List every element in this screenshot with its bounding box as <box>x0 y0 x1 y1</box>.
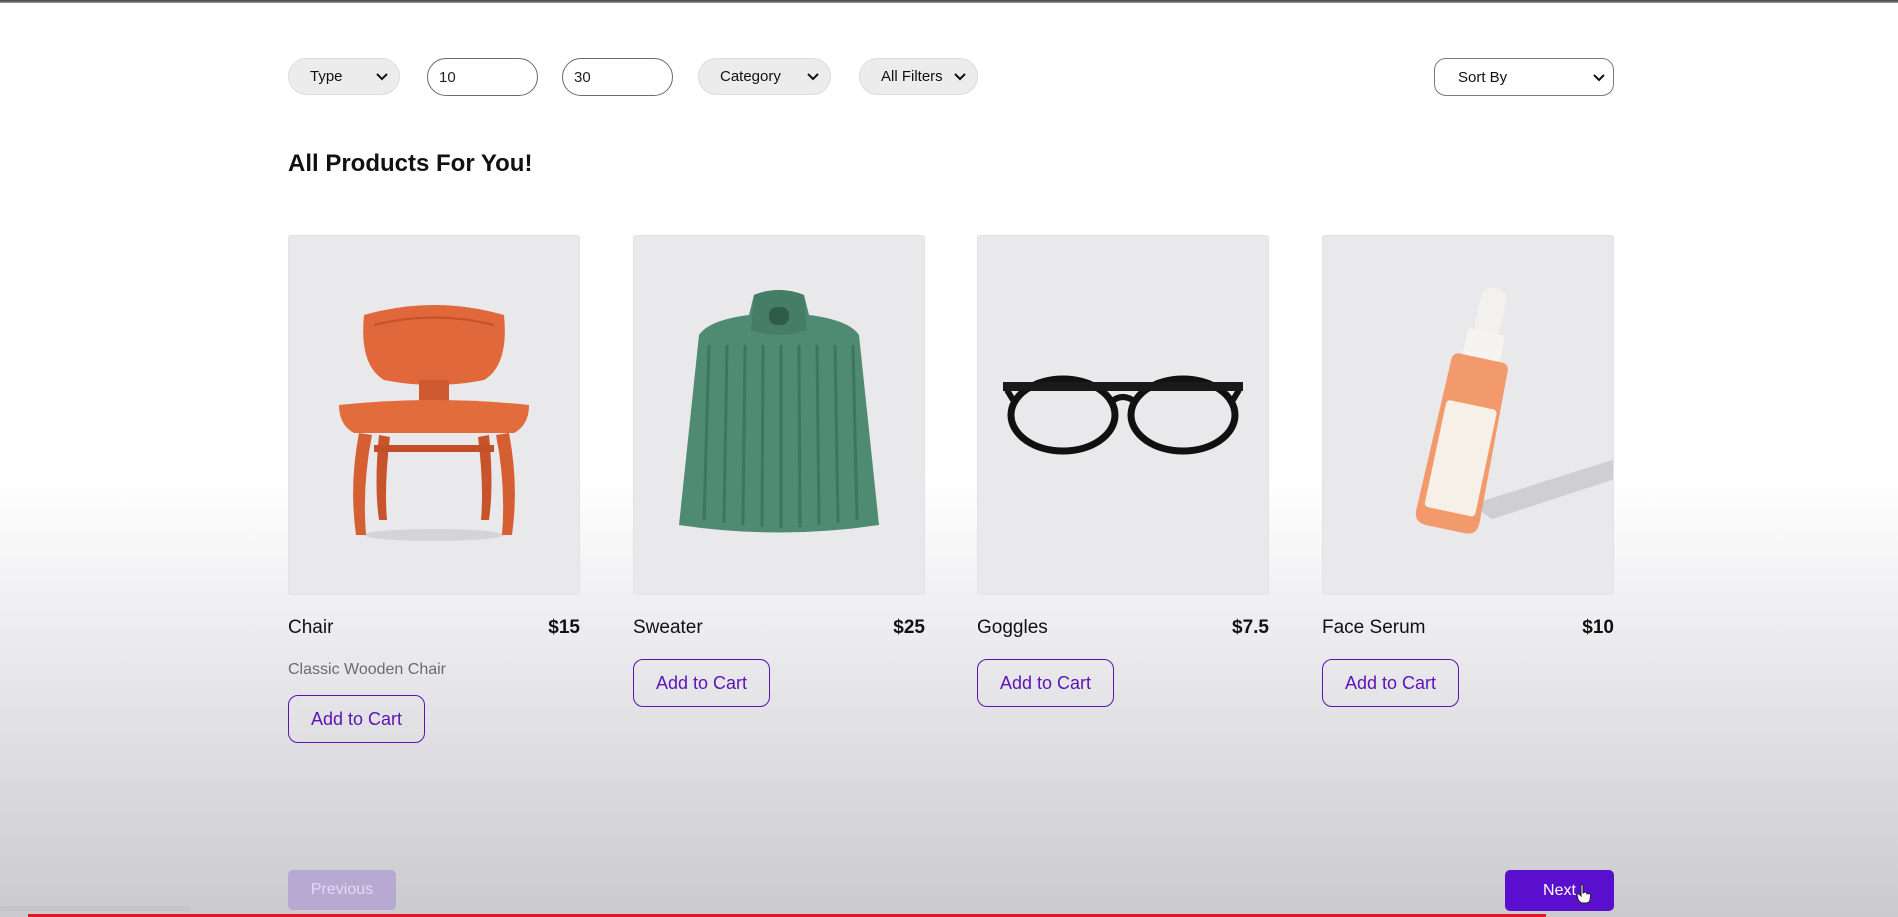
chevron-down-icon <box>375 70 389 84</box>
product-image[interactable] <box>1322 235 1614 595</box>
min-price-input[interactable]: 10 <box>427 58 538 96</box>
chevron-down-icon <box>1593 69 1605 86</box>
add-to-cart-button[interactable]: Add to Cart <box>977 659 1114 707</box>
sort-by-select[interactable]: Sort By <box>1434 58 1614 96</box>
product-card: Chair $15 Classic Wooden Chair Add to Ca… <box>288 235 580 743</box>
chevron-down-icon <box>806 70 820 84</box>
top-border <box>0 0 1898 3</box>
product-name: Face Serum <box>1322 617 1426 638</box>
product-image[interactable] <box>288 235 580 595</box>
all-filters-label: All Filters <box>881 68 943 85</box>
add-to-cart-button[interactable]: Add to Cart <box>1322 659 1459 707</box>
page-title: All Products For You! <box>288 150 533 177</box>
max-price-input[interactable]: 30 <box>562 58 673 96</box>
product-card: Goggles $7.5 Add to Cart <box>977 235 1269 707</box>
sort-by-label: Sort By <box>1458 68 1508 86</box>
add-to-cart-button[interactable]: Add to Cart <box>633 659 770 707</box>
chevron-down-icon <box>953 70 967 84</box>
hand-cursor-icon <box>1576 884 1592 904</box>
horizontal-scrollbar[interactable] <box>0 906 190 911</box>
product-price: $10 <box>1582 617 1614 638</box>
filter-bar: Type 10 30 Category All Filters Sort By <box>288 58 1614 96</box>
category-select[interactable]: Category <box>698 58 831 95</box>
max-price-value: 30 <box>574 68 591 86</box>
product-image[interactable] <box>633 235 925 595</box>
product-name: Sweater <box>633 617 703 638</box>
type-select-label: Type <box>310 68 343 85</box>
previous-page-button[interactable]: Previous <box>288 870 396 910</box>
next-page-button[interactable]: Next <box>1505 870 1614 911</box>
product-price: $15 <box>548 617 580 638</box>
product-description: Classic Wooden Chair <box>288 661 446 678</box>
product-price: $7.5 <box>1232 617 1269 638</box>
product-name: Goggles <box>977 617 1048 638</box>
category-select-label: Category <box>720 68 781 85</box>
product-image[interactable] <box>977 235 1269 595</box>
chair-image <box>339 305 529 541</box>
add-to-cart-button[interactable]: Add to Cart <box>288 695 425 743</box>
glasses-image <box>1003 375 1243 455</box>
sweater-image <box>679 290 879 533</box>
type-select[interactable]: Type <box>288 58 400 95</box>
min-price-value: 10 <box>439 68 456 86</box>
all-filters-select[interactable]: All Filters <box>859 58 978 95</box>
product-price: $25 <box>893 617 925 638</box>
product-card: Sweater $25 Add to Cart <box>633 235 925 707</box>
product-card: Face Serum $10 Add to Cart <box>1322 235 1614 707</box>
product-name: Chair <box>288 617 334 638</box>
serum-bottle-image <box>1415 287 1613 534</box>
